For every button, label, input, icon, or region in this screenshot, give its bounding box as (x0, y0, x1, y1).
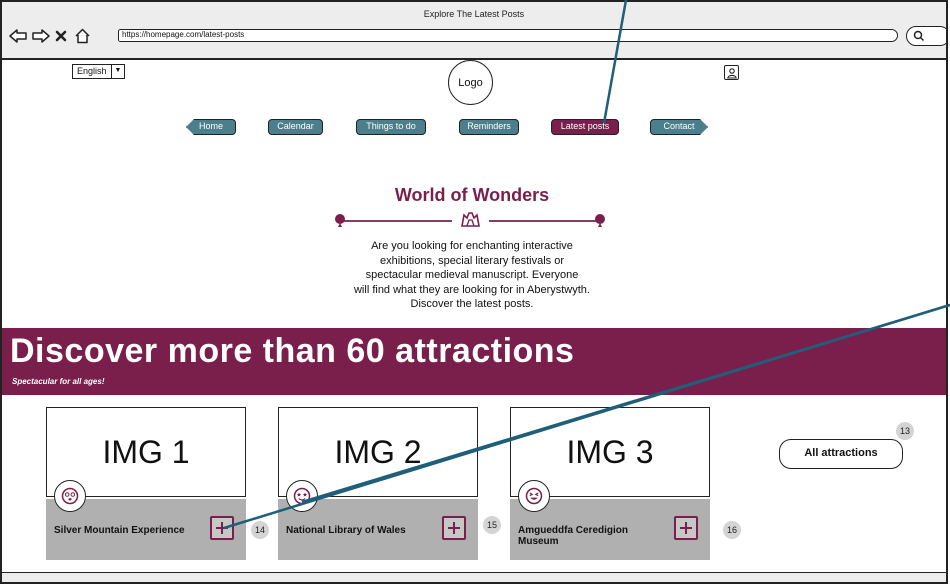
hero-description: Are you looking for enchanting interacti… (312, 239, 632, 312)
attraction-card[interactable]: IMG 2 National Library of Wales (278, 407, 478, 560)
user-profile-icon[interactable] (724, 65, 739, 80)
card-title: Amgueddfa Ceredigion Museum (518, 525, 629, 547)
browser-search-button[interactable] (906, 26, 946, 46)
hero-line: spectacular medieval manuscript. Everyon… (365, 269, 579, 281)
all-attractions-button[interactable]: All attractions (779, 439, 903, 469)
add-button[interactable] (674, 516, 698, 540)
browser-titlebar: Explore The Latest Posts https://homepag… (2, 2, 946, 60)
laughing-face-icon (518, 480, 550, 512)
card-title: Silver Mountain Experience (54, 525, 185, 536)
attraction-card[interactable]: IMG 1 Silver Mountain Experience (46, 407, 246, 560)
close-icon[interactable] (53, 27, 69, 45)
tab-latest-posts[interactable]: Latest posts (551, 119, 619, 135)
chevron-down-icon: ▼ (110, 65, 125, 78)
add-button[interactable] (442, 516, 466, 540)
annotation-marker: 15 (483, 516, 501, 534)
banner-title: Discover more than 60 attractions (10, 332, 575, 370)
tab-things-to-do[interactable]: Things to do (356, 119, 426, 135)
logo[interactable]: Logo (448, 60, 493, 105)
ornament-divider (335, 212, 605, 227)
star-eyes-face-icon (286, 480, 318, 512)
castle-icon (461, 212, 480, 227)
status-bar (2, 572, 946, 582)
annotation-marker: 13 (896, 422, 914, 440)
attraction-card[interactable]: IMG 3 Amgueddfa Ceredigion Museum (510, 407, 710, 560)
home-icon[interactable] (72, 27, 92, 45)
annotation-marker: 14 (251, 521, 269, 539)
attractions-banner: Discover more than 60 attractions Specta… (2, 328, 946, 395)
annotation-marker: 16 (723, 521, 741, 539)
hero-title: World of Wonders (394, 185, 550, 205)
address-bar[interactable]: https://homepage.com/latest-posts (118, 29, 898, 42)
language-select[interactable]: English ▼ (72, 64, 126, 79)
add-button[interactable] (210, 516, 234, 540)
banner-subtitle: Spectacular for all ages! (12, 377, 105, 386)
hero-line: will find what they are looking for in A… (353, 283, 590, 296)
hero-line: exhibitions, special literary festivals … (379, 254, 565, 267)
hero-line: Discover the latest posts. (410, 298, 534, 310)
browser-window: Explore The Latest Posts https://homepag… (0, 0, 948, 584)
back-arrow-icon[interactable] (8, 27, 28, 45)
search-icon (913, 30, 925, 42)
dizzy-face-icon (54, 480, 86, 512)
tab-contact[interactable]: Contact (650, 119, 708, 135)
forward-arrow-icon[interactable] (31, 27, 51, 45)
language-value: English (77, 66, 107, 76)
window-title: Explore The Latest Posts (423, 9, 525, 19)
tab-home[interactable]: Home (186, 119, 236, 135)
card-title: National Library of Wales (286, 525, 406, 536)
tab-reminders[interactable]: Reminders (459, 119, 519, 135)
hero-line: Are you looking for enchanting interacti… (371, 240, 573, 252)
tab-calendar[interactable]: Calendar (268, 119, 323, 135)
